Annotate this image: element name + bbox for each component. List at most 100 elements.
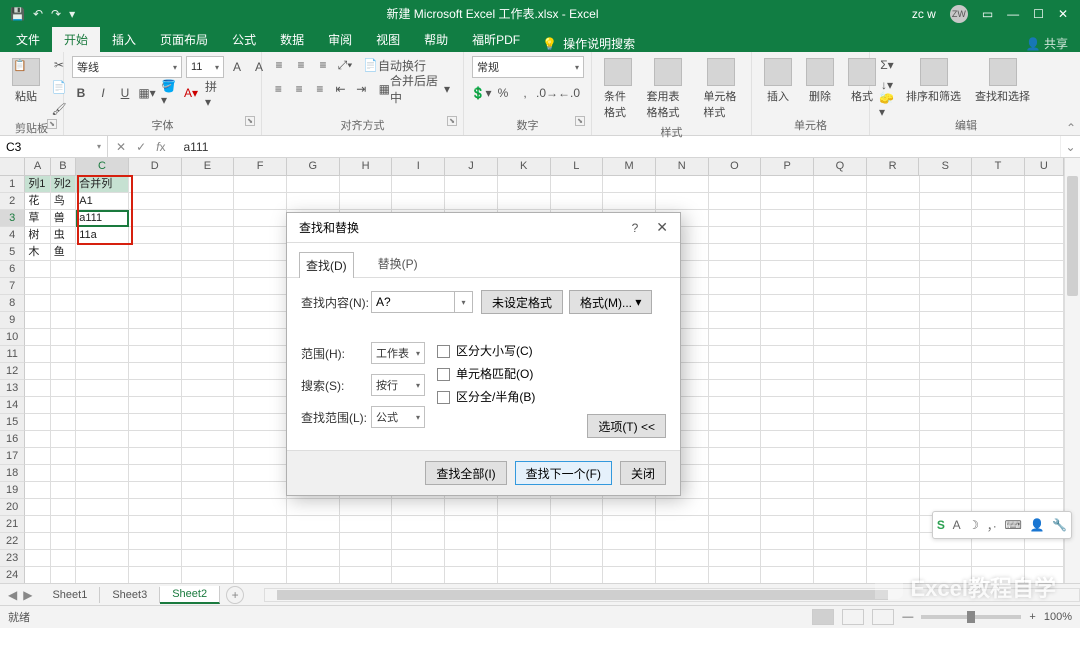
dialog-titlebar[interactable]: 查找和替换 ? ✕ [287,213,680,243]
cell[interactable] [867,261,920,278]
cell[interactable] [234,516,287,533]
range-combo[interactable]: 工作表▾ [371,342,425,364]
cell[interactable] [182,278,235,295]
ime-mode[interactable]: A [953,518,961,532]
column-header[interactable]: B [51,158,76,176]
ime-settings-icon[interactable]: 🔧 [1052,518,1067,532]
orientation-icon[interactable]: ⤢▾ [336,56,354,74]
cell[interactable] [709,499,762,516]
cell[interactable] [1025,414,1064,431]
cell[interactable] [51,533,76,550]
cell[interactable] [76,567,129,584]
cell[interactable] [972,431,1025,448]
cell[interactable] [182,210,235,227]
cell[interactable] [498,516,551,533]
decrease-decimal-icon[interactable]: ←.0 [560,84,578,102]
cell[interactable] [656,193,709,210]
number-format-combo[interactable]: 常规▾ [472,56,584,78]
cell[interactable] [603,193,656,210]
no-format-button[interactable]: 未设定格式 [481,290,563,314]
cell[interactable] [129,176,182,193]
cell[interactable] [25,465,50,482]
cell[interactable] [814,210,867,227]
sort-filter-button[interactable]: 排序和筛选 [902,56,965,106]
cell[interactable] [972,550,1025,567]
cell[interactable] [182,448,235,465]
clipboard-dialog-icon[interactable]: ⬊ [47,119,57,129]
search-combo[interactable]: 按行▾ [371,374,425,396]
cell[interactable] [656,567,709,584]
cell[interactable] [129,414,182,431]
cell[interactable] [814,516,867,533]
cell[interactable] [182,176,235,193]
cell[interactable] [445,499,498,516]
cell[interactable] [920,227,973,244]
find-next-button[interactable]: 查找下一个(F) [515,461,612,485]
column-header[interactable]: E [182,158,235,176]
cell[interactable] [129,329,182,346]
cell[interactable] [182,397,235,414]
ime-user-icon[interactable]: 👤 [1029,518,1044,532]
cell[interactable] [129,482,182,499]
close-icon[interactable]: ✕ [1058,7,1068,21]
cell[interactable] [234,431,287,448]
cell[interactable] [234,312,287,329]
cell[interactable] [814,261,867,278]
delete-cells-button[interactable]: 删除 [802,56,838,106]
cell[interactable] [814,431,867,448]
cell[interactable] [814,499,867,516]
cell[interactable] [972,193,1025,210]
cell[interactable] [498,533,551,550]
cell[interactable] [76,482,129,499]
cell[interactable] [761,312,814,329]
cell[interactable] [920,363,973,380]
cell[interactable] [761,516,814,533]
cell[interactable] [972,380,1025,397]
cell[interactable] [867,499,920,516]
cell[interactable] [51,261,76,278]
cell[interactable] [656,499,709,516]
cell[interactable] [287,567,340,584]
merge-center-button[interactable]: ▦合并后居中▾ [374,80,455,98]
cell[interactable]: A1 [76,193,129,210]
cell[interactable] [129,431,182,448]
cell[interactable]: 兽 [51,210,76,227]
ime-toolbar[interactable]: S A ☽ ，· ⌨ 👤 🔧 [932,511,1072,539]
cell[interactable]: 列2 [51,176,76,193]
cell[interactable] [182,465,235,482]
cell[interactable] [709,261,762,278]
number-dialog-icon[interactable]: ⬊ [575,116,585,126]
row-header[interactable]: 2 [0,193,25,210]
row-header[interactable]: 23 [0,550,25,567]
cell[interactable] [392,533,445,550]
cell[interactable] [920,482,973,499]
find-select-button[interactable]: 查找和选择 [971,56,1034,106]
cell[interactable] [551,499,604,516]
cell[interactable] [920,278,973,295]
cell[interactable] [972,227,1025,244]
row-header[interactable]: 13 [0,380,25,397]
row-header[interactable]: 24 [0,567,25,584]
match-entire-cell-checkbox[interactable]: 单元格匹配(O) [437,365,535,382]
cell[interactable] [761,176,814,193]
cell[interactable] [234,329,287,346]
qat-dropdown-icon[interactable]: ▾ [69,7,75,21]
cell[interactable] [234,193,287,210]
cell[interactable] [234,244,287,261]
cell[interactable] [972,465,1025,482]
cell[interactable] [25,499,50,516]
tab-data[interactable]: 数据 [268,27,316,52]
tab-review[interactable]: 审阅 [316,27,364,52]
cell[interactable] [867,295,920,312]
cell[interactable] [709,533,762,550]
cell[interactable] [234,380,287,397]
cell[interactable] [656,176,709,193]
cell[interactable] [76,295,129,312]
cell[interactable] [709,550,762,567]
match-width-checkbox[interactable]: 区分全/半角(B) [437,388,535,405]
font-color-icon[interactable]: A▾ [182,84,200,102]
cell[interactable] [867,244,920,261]
tab-insert[interactable]: 插入 [100,27,148,52]
tab-view[interactable]: 视图 [364,27,412,52]
cell[interactable] [234,346,287,363]
